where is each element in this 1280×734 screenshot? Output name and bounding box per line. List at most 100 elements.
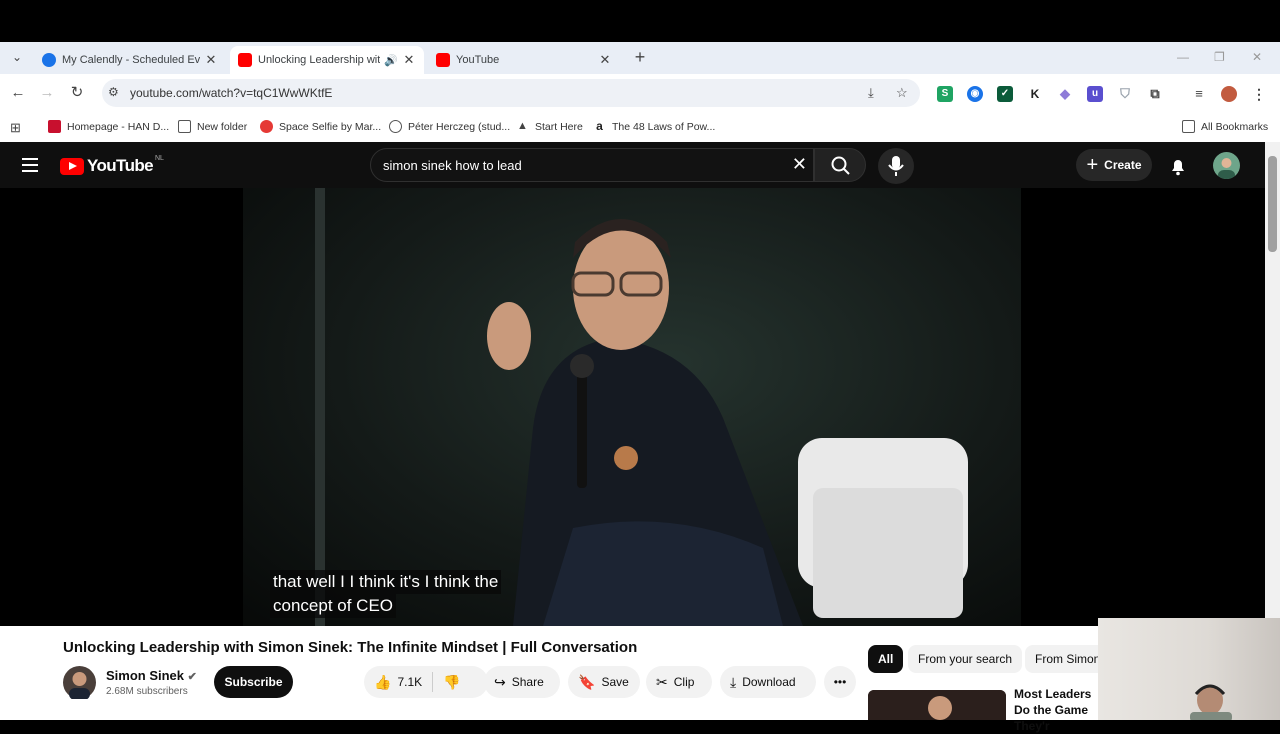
tab-title: My Calendly - Scheduled Events xyxy=(62,54,200,66)
folder-icon xyxy=(178,120,191,133)
subscribe-button[interactable]: Subscribe xyxy=(214,666,293,698)
video-scene xyxy=(315,188,968,626)
close-tab-icon[interactable]: ✕ xyxy=(598,52,612,68)
youtube-page: YouTube NL simon sinek how to lead ✕ + C… xyxy=(0,142,1265,733)
space-selfie-favicon-icon xyxy=(260,120,273,133)
bookmark-item[interactable]: Homepage - HAN D... xyxy=(48,120,169,133)
create-label: Create xyxy=(1104,158,1142,172)
video-player[interactable]: that well I I think it's I think the con… xyxy=(0,188,1265,652)
bookmark-label: Start Here xyxy=(535,120,583,133)
youtube-play-icon xyxy=(60,157,84,175)
extensions-puzzle-icon[interactable]: ⧉ xyxy=(1147,86,1163,102)
bookmark-star-icon[interactable]: ☆ xyxy=(896,85,908,101)
all-bookmarks[interactable]: All Bookmarks xyxy=(1182,120,1268,133)
close-window-icon[interactable]: ✕ xyxy=(1252,50,1262,64)
bookmark-item[interactable]: Péter Herczeg (stud... xyxy=(389,120,510,133)
bookmark-label: Homepage - HAN D... xyxy=(67,120,170,133)
extension-diamond-icon[interactable]: ◆ xyxy=(1057,86,1073,102)
address-bar[interactable]: ⚙ youtube.com/watch?v=tqC1WwWKtfE ⤓ ☆ xyxy=(102,79,920,107)
more-icon: ••• xyxy=(833,675,847,689)
tab-calendly[interactable]: My Calendly - Scheduled Events ✕ xyxy=(34,46,226,74)
avatar-face-icon xyxy=(1218,158,1235,179)
speaker-icon[interactable]: 🔊 xyxy=(384,54,398,67)
bookmark-item[interactable]: Space Selfie by Mar... xyxy=(260,120,381,133)
tab-search-dropdown-icon[interactable]: ⌄ xyxy=(8,50,26,66)
more-actions-button[interactable]: ••• xyxy=(824,666,856,698)
close-tab-icon[interactable]: ✕ xyxy=(204,52,218,68)
extension-s-icon[interactable]: S xyxy=(937,86,953,102)
site-info-icon[interactable]: ⚙ xyxy=(108,85,119,99)
create-button[interactable]: + Create xyxy=(1076,149,1152,181)
profile-avatar[interactable] xyxy=(1221,86,1237,102)
download-icon: ⤓ xyxy=(730,673,737,690)
search-button[interactable] xyxy=(814,148,866,182)
new-tab-button[interactable]: + xyxy=(630,48,650,68)
caption-line: that well I I think it's I think the xyxy=(270,570,502,594)
bookmark-item[interactable]: ▲ Start Here xyxy=(516,120,583,133)
video-frame xyxy=(243,188,1021,626)
clear-search-icon[interactable]: ✕ xyxy=(792,154,807,175)
channel-name[interactable]: Simon Sinek ✔ xyxy=(106,668,197,683)
scrollbar-thumb[interactable] xyxy=(1268,156,1277,252)
dislike-icon[interactable]: 👎 xyxy=(443,674,460,691)
bookmark-label: The 48 Laws of Pow... xyxy=(612,120,716,133)
minimize-icon[interactable]: — xyxy=(1177,50,1189,64)
browser-menu-icon[interactable]: ⋮ xyxy=(1251,86,1267,102)
download-label: Download xyxy=(742,675,796,689)
youtube-favicon-icon xyxy=(238,53,252,67)
clip-button[interactable]: ✂ Clip xyxy=(646,666,712,698)
bookmark-folder[interactable]: New folder xyxy=(178,120,247,133)
maximize-icon[interactable]: ❐ xyxy=(1214,50,1225,64)
channel-name-text: Simon Sinek xyxy=(106,668,185,683)
tab-youtube[interactable]: YouTube ✕ xyxy=(428,46,620,74)
share-button[interactable]: ↪ Share xyxy=(484,666,560,698)
extension-u-icon[interactable]: u xyxy=(1087,86,1103,102)
menu-icon[interactable] xyxy=(22,158,38,172)
notifications-button[interactable] xyxy=(1166,154,1190,183)
extension-circle-icon[interactable]: ◉ xyxy=(967,86,983,102)
share-label: Share xyxy=(511,675,544,689)
verified-icon: ✔ xyxy=(187,671,197,683)
back-icon[interactable]: ← xyxy=(9,84,27,102)
browser-chrome: ⌄ My Calendly - Scheduled Events ✕ Unloc… xyxy=(0,42,1280,142)
youtube-logo[interactable]: YouTube NL xyxy=(60,155,164,176)
video-caption: that well I I think it's I think the con… xyxy=(270,570,502,618)
han-favicon-icon xyxy=(48,120,61,133)
media-control-icon[interactable]: ≡ xyxy=(1191,86,1207,102)
forward-icon[interactable]: → xyxy=(38,84,56,102)
chip-all[interactable]: All xyxy=(868,645,904,673)
apps-grid-icon[interactable]: ⊞ xyxy=(10,120,21,136)
all-bookmarks-label: All Bookmarks xyxy=(1201,120,1269,133)
like-icon[interactable]: 👍 xyxy=(374,674,391,691)
extension-k-icon[interactable]: K xyxy=(1027,86,1043,102)
url-text: youtube.com/watch?v=tqC1WwWKtfE xyxy=(130,86,333,100)
close-tab-icon[interactable]: ✕ xyxy=(402,52,416,68)
extension-shield-icon[interactable]: ⛉ xyxy=(1117,86,1133,102)
microphone-icon xyxy=(888,156,904,176)
recommended-thumbnail[interactable] xyxy=(868,690,1006,720)
download-button[interactable]: ⤓ Download xyxy=(720,666,816,698)
bookmarks-bar: ⊞ Homepage - HAN D... New folder Space S… xyxy=(0,112,1280,142)
channel-avatar[interactable] xyxy=(63,666,96,700)
bookmark-item[interactable]: a The 48 Laws of Pow... xyxy=(593,120,715,133)
clip-label: Clip xyxy=(673,675,695,689)
folder-icon xyxy=(1182,120,1195,133)
install-app-icon[interactable]: ⤓ xyxy=(868,85,874,101)
tab-unlocking-leadership[interactable]: Unlocking Leadership with Simon Sinek 🔊 … xyxy=(230,46,424,74)
save-label: Save xyxy=(601,675,629,689)
save-button[interactable]: 🔖 Save xyxy=(568,666,640,698)
reload-icon[interactable]: ↻ xyxy=(68,84,86,102)
bookmark-label: Space Selfie by Mar... xyxy=(279,120,382,133)
recommended-title[interactable]: Most Leaders Do the Game They'r xyxy=(1014,686,1104,734)
tab-title: YouTube xyxy=(456,54,500,66)
like-count[interactable]: 7.1K xyxy=(397,675,422,689)
extension-check-icon[interactable]: ✓ xyxy=(997,86,1013,102)
account-avatar[interactable] xyxy=(1213,152,1240,179)
scissors-icon: ✂ xyxy=(656,673,668,690)
chip-from-your-search[interactable]: From your search xyxy=(908,645,1023,673)
video-title: Unlocking Leadership with Simon Sinek: T… xyxy=(63,639,638,656)
share-icon: ↪ xyxy=(494,673,506,690)
search-input[interactable]: simon sinek how to lead ✕ xyxy=(370,148,814,182)
voice-search-button[interactable] xyxy=(878,148,914,184)
triangle-icon: ▲ xyxy=(517,120,528,132)
